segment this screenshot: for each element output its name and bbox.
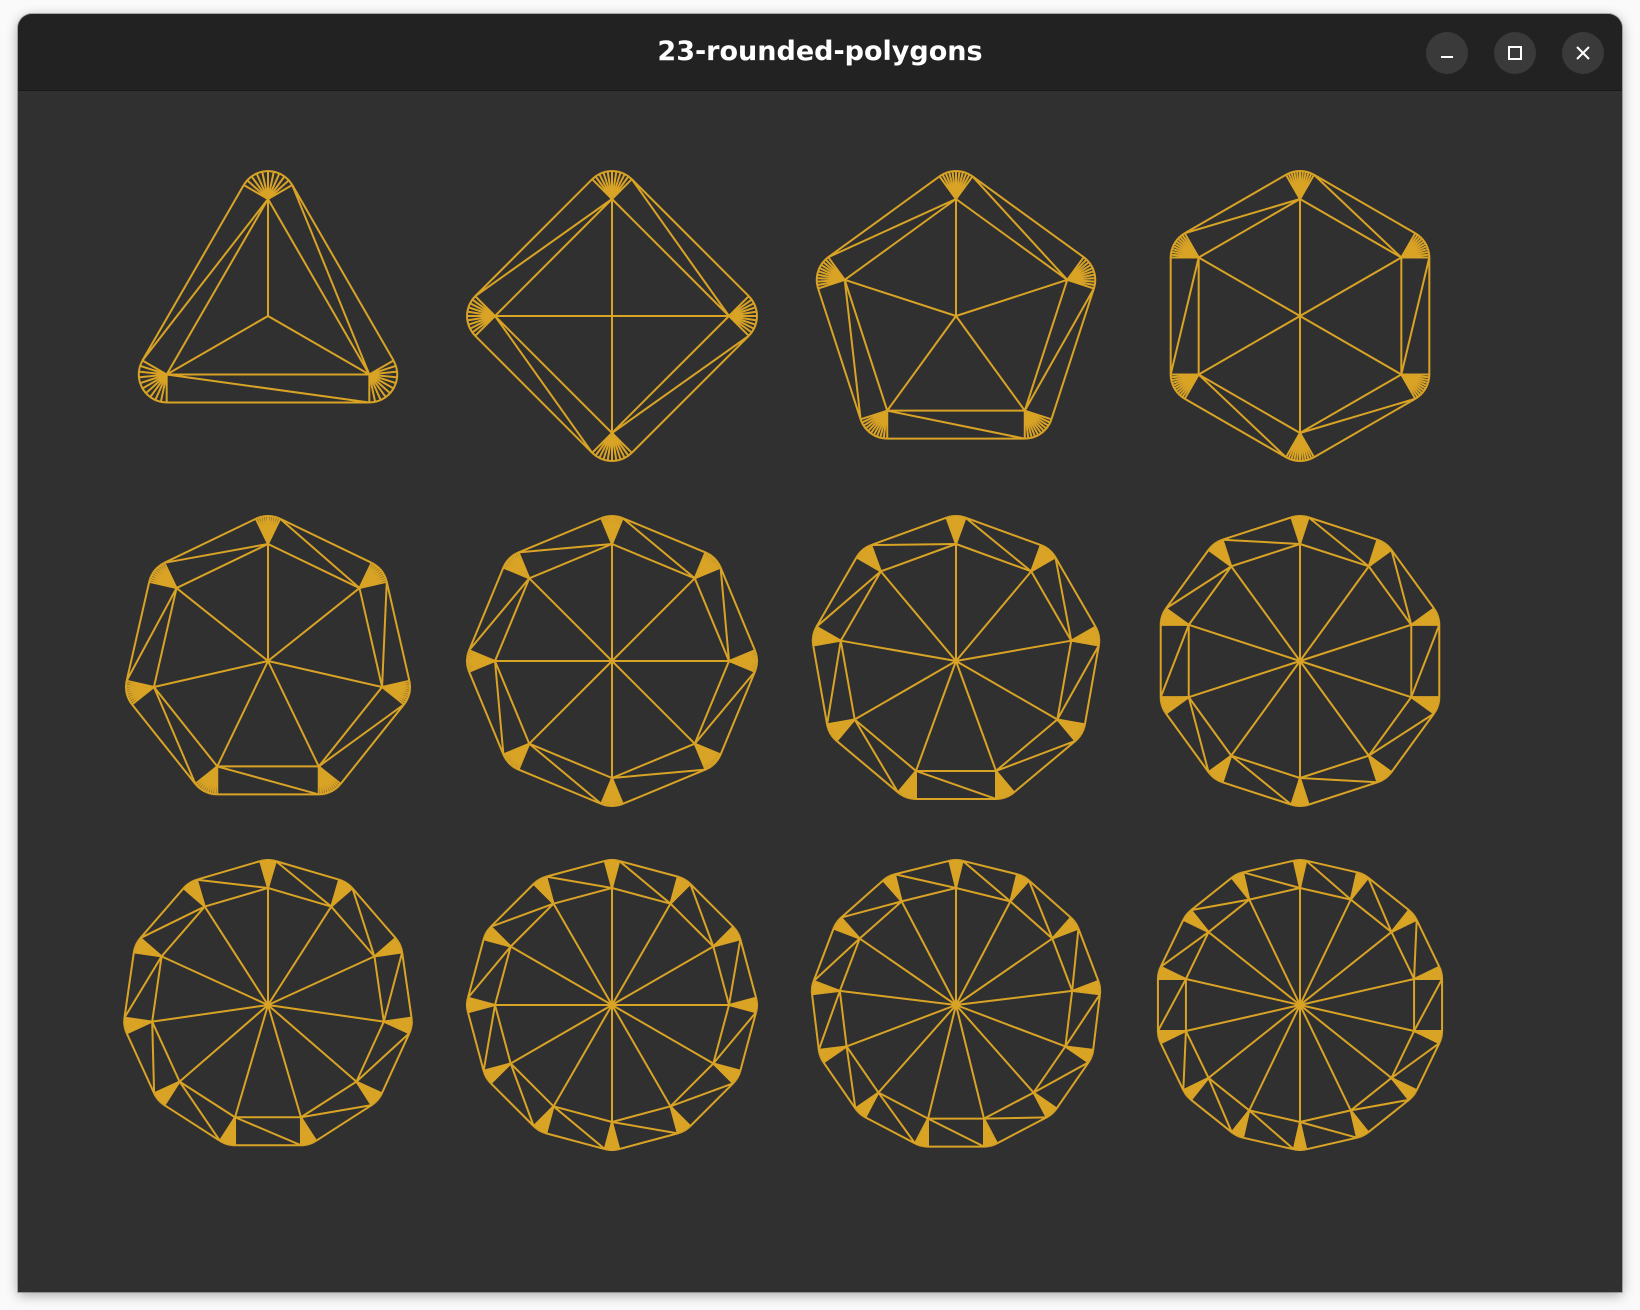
minimize-button[interactable] (1426, 32, 1468, 74)
window-title: 23-rounded-polygons (657, 36, 983, 67)
app-window: 23-rounded-polygons (18, 14, 1622, 1292)
close-button[interactable] (1562, 32, 1604, 74)
drawing-canvas (18, 91, 1622, 1292)
rounded-polygons-drawing (123, 170, 1444, 1151)
minimize-icon (1441, 56, 1453, 58)
maximize-button[interactable] (1494, 32, 1536, 74)
rounded-polygon-5 (815, 170, 1097, 440)
rounded-polygon-3 (137, 170, 399, 404)
rounded-polygon-10 (1159, 515, 1441, 807)
maximize-icon (1508, 46, 1522, 60)
rounded-polygon-13 (810, 859, 1102, 1148)
rounded-polygon-11 (123, 859, 413, 1147)
rounded-polygon-14 (1156, 859, 1444, 1151)
rounded-polygon-7 (124, 515, 412, 796)
rounded-polygon-9 (811, 515, 1101, 800)
rounded-polygon-8 (466, 515, 758, 807)
rounded-polygon-4 (466, 170, 758, 462)
title-bar[interactable]: 23-rounded-polygons (18, 14, 1622, 91)
rounded-polygon-6 (1169, 170, 1431, 462)
close-icon (1576, 46, 1590, 60)
rounded-polygon-12 (466, 859, 758, 1151)
